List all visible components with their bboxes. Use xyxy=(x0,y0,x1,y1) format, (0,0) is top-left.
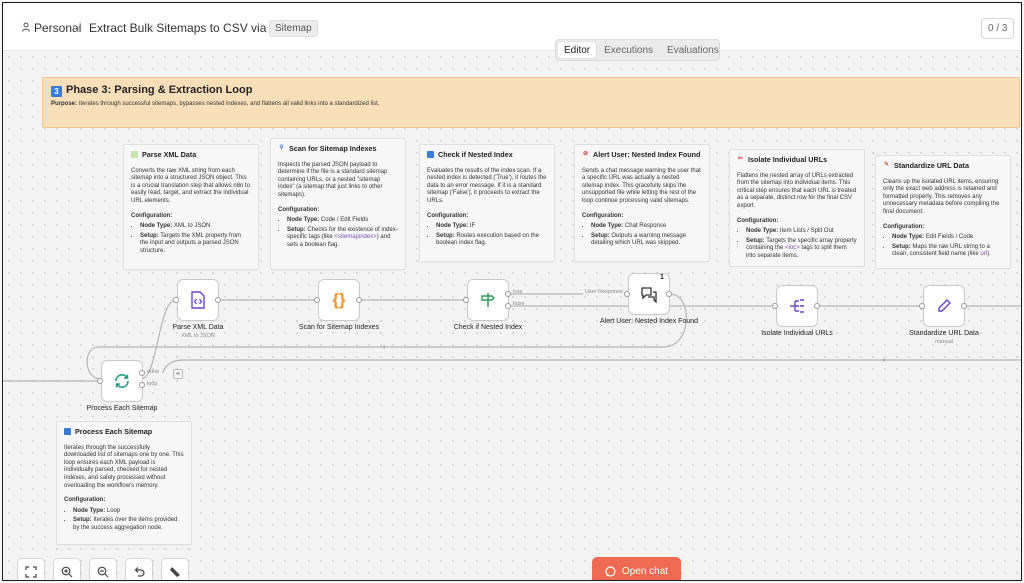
input-port[interactable] xyxy=(173,297,179,303)
workflow-tag[interactable]: Sitemap xyxy=(269,20,318,37)
phase-purpose: Purpose: Iterates through successful sit… xyxy=(51,101,380,107)
chart-icon xyxy=(64,428,71,436)
node-scan-sitemap[interactable]: {} xyxy=(318,279,360,321)
output-port[interactable] xyxy=(961,303,967,309)
done-output-port[interactable] xyxy=(139,370,145,376)
note-check-nested[interactable]: Check if Nested Index Evaluates the resu… xyxy=(419,144,555,262)
chat-icon xyxy=(605,566,616,577)
phase-sticky-note[interactable]: 3 Phase 3: Parsing & Extraction Loop Pur… xyxy=(42,77,1020,128)
scissors-icon: ✂ xyxy=(737,156,744,163)
split-out-icon xyxy=(790,299,804,313)
chat-bubbles-icon xyxy=(641,287,657,303)
input-port[interactable] xyxy=(314,297,320,303)
node-label: Standardize URL Data xyxy=(909,330,979,337)
false-output-port[interactable] xyxy=(505,303,511,309)
zoom-in-button[interactable] xyxy=(53,558,81,580)
note-process-each[interactable]: Process Each Sitemap Iterates through th… xyxy=(56,421,192,545)
signpost-icon xyxy=(481,293,495,307)
node-label: Process Each Sitemap xyxy=(86,405,158,412)
note-alert-user[interactable]: ⊘ Alert User: Nested Index Found Sends a … xyxy=(574,144,710,262)
add-node-icon[interactable]: + xyxy=(173,369,183,379)
execution-count-badge: 1 xyxy=(660,274,664,281)
done-branch-label: done xyxy=(147,369,160,375)
puzzle-icon xyxy=(131,151,138,159)
top-bar: Personal / Extract Bulk Sitemaps to CSV … xyxy=(3,3,1021,51)
note-standardize[interactable]: ✎ Standardize URL Data Cleans up the isol… xyxy=(875,155,1011,269)
loop-branch-label: loop xyxy=(147,381,158,387)
zoom-in-icon xyxy=(61,566,73,578)
input-port[interactable] xyxy=(624,291,630,297)
phase-title: Phase 3: Parsing & Extraction Loop xyxy=(66,84,253,96)
input-port[interactable] xyxy=(919,303,925,309)
zoom-out-icon xyxy=(97,566,109,578)
app-window: Personal / Extract Bulk Sitemaps to CSV … xyxy=(2,2,1022,581)
tab-editor[interactable]: Editor xyxy=(558,42,597,58)
node-label: Check if Nested Index xyxy=(453,324,523,331)
open-chat-button[interactable]: Open chat xyxy=(592,557,681,580)
pencil-icon: ✎ xyxy=(883,162,890,169)
reset-zoom-button[interactable] xyxy=(125,558,153,580)
output-port[interactable] xyxy=(215,297,221,303)
pen-icon xyxy=(938,299,951,312)
fit-view-button[interactable] xyxy=(17,558,45,580)
node-check-nested[interactable] xyxy=(467,279,509,321)
prohibited-icon: ⊘ xyxy=(582,151,589,158)
true-output-port[interactable] xyxy=(505,291,511,297)
tab-evaluations[interactable]: Evaluations xyxy=(661,42,725,58)
phase-number-badge: 3 xyxy=(51,86,62,97)
node-label: Parse XML Data xyxy=(172,324,224,331)
zoom-out-button[interactable] xyxy=(89,558,117,580)
breadcrumb-separator: / xyxy=(77,19,81,35)
loop-output-port[interactable] xyxy=(139,382,145,388)
loop-arrows-icon xyxy=(115,374,129,388)
input-port[interactable] xyxy=(772,303,778,309)
note-parse-xml[interactable]: Parse XML Data Converts the raw XML stri… xyxy=(123,144,259,270)
node-label: Scan for Sitemap Indexes xyxy=(298,324,380,331)
false-branch-label: false xyxy=(513,301,525,307)
xml-file-icon xyxy=(191,291,205,309)
output-port[interactable] xyxy=(356,297,362,303)
breadcrumb-personal[interactable]: Personal xyxy=(34,21,81,35)
node-standardize[interactable] xyxy=(923,285,965,327)
tidy-up-button[interactable] xyxy=(161,558,189,580)
undo-icon xyxy=(134,567,145,577)
code-braces-icon: {} xyxy=(332,290,346,309)
output-port[interactable] xyxy=(814,303,820,309)
node-subtitle: manual xyxy=(934,339,954,345)
open-chat-label: Open chat xyxy=(621,566,669,577)
version-counter[interactable]: 0 / 3 xyxy=(981,18,1015,39)
view-tabs: Editor Executions Evaluations xyxy=(555,39,720,61)
fit-view-icon xyxy=(25,566,37,578)
input-port[interactable] xyxy=(97,378,103,384)
node-subtitle: XML to JSON xyxy=(181,333,215,339)
tab-executions[interactable]: Executions xyxy=(598,42,659,58)
note-scan-sitemap[interactable]: ⚲ Scan for Sitemap Indexes Inspects the p… xyxy=(270,138,406,270)
workflow-title[interactable]: Extract Bulk Sitemaps to CSV via Chat xyxy=(89,21,295,35)
search-icon: ⚲ xyxy=(279,145,284,152)
node-isolate-urls[interactable] xyxy=(776,285,818,327)
node-label: Isolate Individual URLs xyxy=(761,330,833,337)
chart-icon xyxy=(427,151,434,159)
node-parse-xml[interactable] xyxy=(177,279,219,321)
node-process-each[interactable] xyxy=(101,360,143,402)
true-branch-label: true xyxy=(513,289,523,295)
output-port[interactable] xyxy=(666,291,672,297)
edge-label: User Response xyxy=(583,289,625,295)
user-icon xyxy=(22,22,30,32)
node-label: Alert User: Nested Index Found xyxy=(599,318,699,325)
broom-icon xyxy=(170,567,180,577)
note-isolate-urls[interactable]: ✂ Isolate Individual URLs Flattens the ne… xyxy=(729,149,865,267)
input-port[interactable] xyxy=(463,297,469,303)
